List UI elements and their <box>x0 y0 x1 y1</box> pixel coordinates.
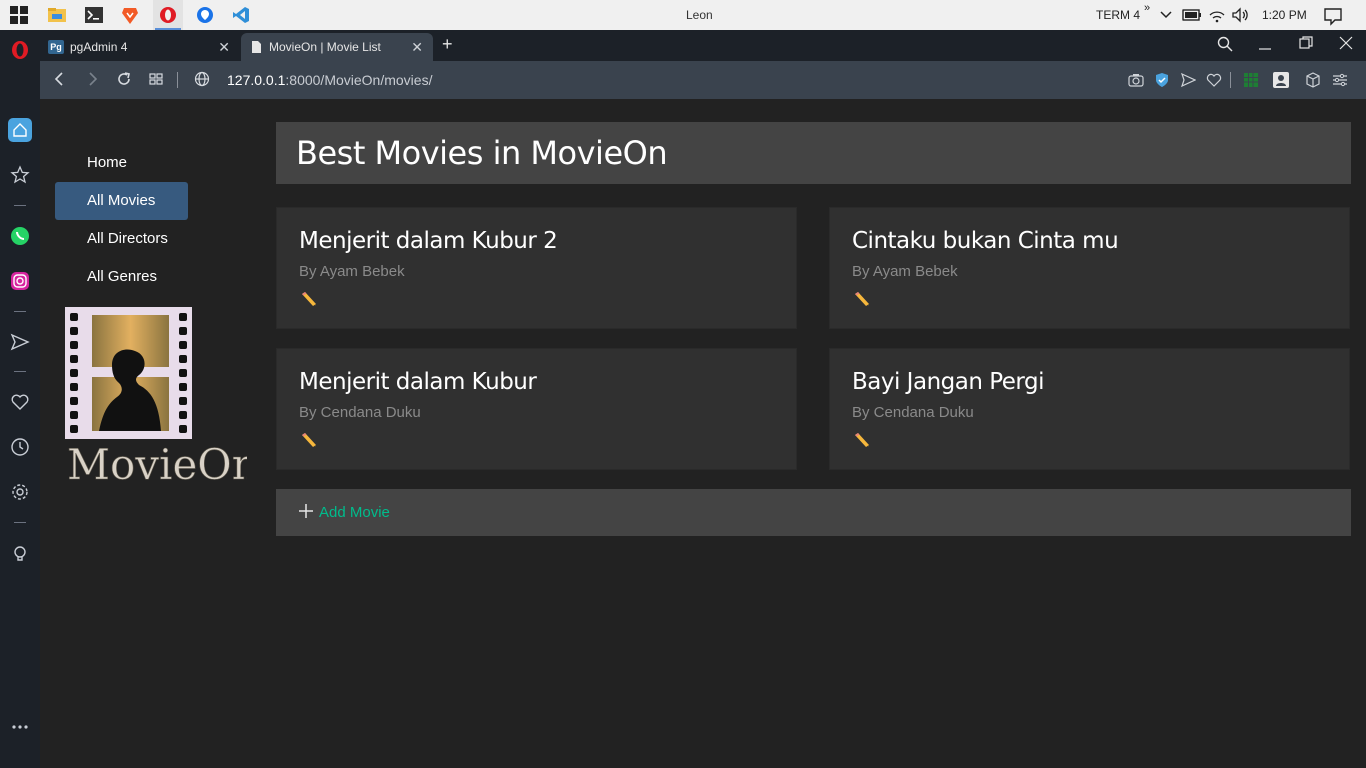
movie-director: By Ayam Bebek <box>852 263 958 280</box>
add-movie-bar: Add Movie <box>276 489 1351 536</box>
send-icon[interactable] <box>10 332 30 352</box>
toolbar-divider <box>1230 72 1231 88</box>
wifi-icon[interactable] <box>1208 6 1226 24</box>
file-explorer-icon[interactable] <box>47 5 67 25</box>
movie-card: Bayi Jangan Pergi By Cendana Duku <box>829 348 1350 470</box>
tab-label: MovieOn | Movie List <box>269 40 381 54</box>
chevron-down-icon[interactable] <box>1159 8 1173 22</box>
restore-icon[interactable] <box>1299 36 1313 50</box>
address-bar: 127.0.0.1:8000/MovieOn/movies/ <box>40 61 1366 99</box>
tab-movieon[interactable]: MovieOn | Movie List ✕ <box>241 33 433 61</box>
os-taskbar: Leon TERM 4 » 1:20 PM <box>0 0 1366 30</box>
history-clock-icon[interactable] <box>10 437 30 457</box>
movieon-logo: MovieOn <box>65 307 259 489</box>
nav-all-movies[interactable]: All Movies <box>55 182 188 220</box>
edit-pencil-icon[interactable] <box>299 290 319 308</box>
movie-title[interactable]: Menjerit dalam Kubur 2 <box>299 228 558 254</box>
extensions-cube-icon[interactable] <box>1305 72 1321 88</box>
profile-avatar-icon[interactable] <box>1273 72 1289 88</box>
settings-gear-icon[interactable] <box>10 482 30 502</box>
sidebar-divider <box>14 371 26 372</box>
forward-arrow-icon[interactable] <box>84 71 100 87</box>
opera-logo-icon[interactable] <box>10 40 30 60</box>
minimize-icon[interactable] <box>1258 36 1272 52</box>
star-icon[interactable] <box>10 165 30 185</box>
camera-icon[interactable] <box>1128 72 1144 88</box>
easy-setup-sliders-icon[interactable] <box>1332 72 1348 88</box>
chevrons-icon[interactable]: » <box>1144 2 1150 14</box>
film-strip-logo-icon: MovieOn <box>65 307 259 489</box>
opera-sidebar <box>0 30 40 768</box>
vscode-icon[interactable] <box>231 5 251 25</box>
movie-title[interactable]: Menjerit dalam Kubur <box>299 369 537 395</box>
tray-label: TERM 4 <box>1096 8 1141 22</box>
close-icon[interactable]: ✕ <box>411 39 423 56</box>
clock[interactable]: 1:20 PM <box>1262 8 1307 22</box>
document-icon <box>252 41 261 53</box>
tab-pgadmin[interactable]: Pg pgAdmin 4 ✕ <box>40 33 240 61</box>
more-dots-icon[interactable] <box>10 717 30 737</box>
close-window-icon[interactable] <box>1339 36 1353 50</box>
plus-icon[interactable] <box>298 503 314 519</box>
movie-card: Menjerit dalam Kubur 2 By Ayam Bebek <box>276 207 797 329</box>
tabs-grid-icon[interactable] <box>148 71 164 87</box>
tab-label: pgAdmin 4 <box>70 40 128 54</box>
heart-icon[interactable] <box>10 392 30 412</box>
nav-all-genres[interactable]: All Genres <box>55 258 188 296</box>
url-host: 127.0.0.1 <box>227 72 286 88</box>
add-movie-link[interactable]: Add Movie <box>319 504 390 521</box>
edit-pencil-icon[interactable] <box>852 431 872 449</box>
page-title: Best Movies in MovieOn <box>296 134 668 172</box>
pgadmin-favicon-icon: Pg <box>48 40 64 54</box>
tab-search-icon[interactable] <box>1217 36 1233 52</box>
battery-icon[interactable] <box>1182 8 1202 22</box>
page-header: Best Movies in MovieOn <box>276 122 1351 184</box>
terminal-icon[interactable] <box>84 5 104 25</box>
back-arrow-icon[interactable] <box>52 71 68 87</box>
url-path: :8000/MovieOn/movies/ <box>285 72 433 88</box>
movie-title[interactable]: Bayi Jangan Pergi <box>852 369 1044 395</box>
sidebar-divider <box>14 205 26 206</box>
browser-tab-strip: Pg pgAdmin 4 ✕ MovieOn | Movie List ✕ + <box>40 30 1366 61</box>
movie-director: By Cendana Duku <box>852 404 974 421</box>
movie-title[interactable]: Cintaku bukan Cinta mu <box>852 228 1119 254</box>
spreadsheet-extension-icon[interactable] <box>1243 72 1259 88</box>
lightbulb-icon[interactable] <box>10 544 30 564</box>
home-icon <box>13 123 27 137</box>
window-title: Leon <box>686 8 713 22</box>
web-page: Home All Movies All Directors All Genres <box>40 99 1366 768</box>
movie-card: Cintaku bukan Cinta mu By Ayam Bebek <box>829 207 1350 329</box>
brave-browser-icon[interactable] <box>120 5 140 25</box>
shield-check-icon[interactable] <box>1154 72 1170 88</box>
volume-icon[interactable] <box>1231 7 1249 23</box>
close-icon[interactable]: ✕ <box>218 39 230 56</box>
nav-home[interactable]: Home <box>55 144 188 182</box>
notifications-icon[interactable] <box>1323 6 1343 26</box>
globe-icon[interactable] <box>194 71 210 87</box>
site-nav: Home All Movies All Directors All Genres <box>55 144 255 296</box>
reload-icon[interactable] <box>116 71 132 87</box>
windows-start-icon[interactable] <box>9 5 29 25</box>
instagram-icon[interactable] <box>10 271 30 291</box>
url-field[interactable]: 127.0.0.1:8000/MovieOn/movies/ <box>227 72 432 88</box>
movie-card: Menjerit dalam Kubur By Cendana Duku <box>276 348 797 470</box>
maps-pin-icon[interactable] <box>195 5 215 25</box>
sidebar-divider <box>14 522 26 523</box>
movie-director: By Cendana Duku <box>299 404 421 421</box>
opera-icon[interactable] <box>158 5 178 25</box>
new-tab-plus-icon[interactable]: + <box>442 34 453 55</box>
heart-icon[interactable] <box>1206 72 1222 88</box>
whatsapp-icon[interactable] <box>10 226 30 246</box>
nav-all-directors[interactable]: All Directors <box>55 220 188 258</box>
send-icon[interactable] <box>1180 72 1196 88</box>
logo-wordmark: MovieOn <box>67 440 247 487</box>
speed-dial-button[interactable] <box>8 118 32 142</box>
edit-pencil-icon[interactable] <box>299 431 319 449</box>
edit-pencil-icon[interactable] <box>852 290 872 308</box>
sidebar-divider <box>14 311 26 312</box>
movie-director: By Ayam Bebek <box>299 263 405 280</box>
address-divider <box>177 72 178 88</box>
